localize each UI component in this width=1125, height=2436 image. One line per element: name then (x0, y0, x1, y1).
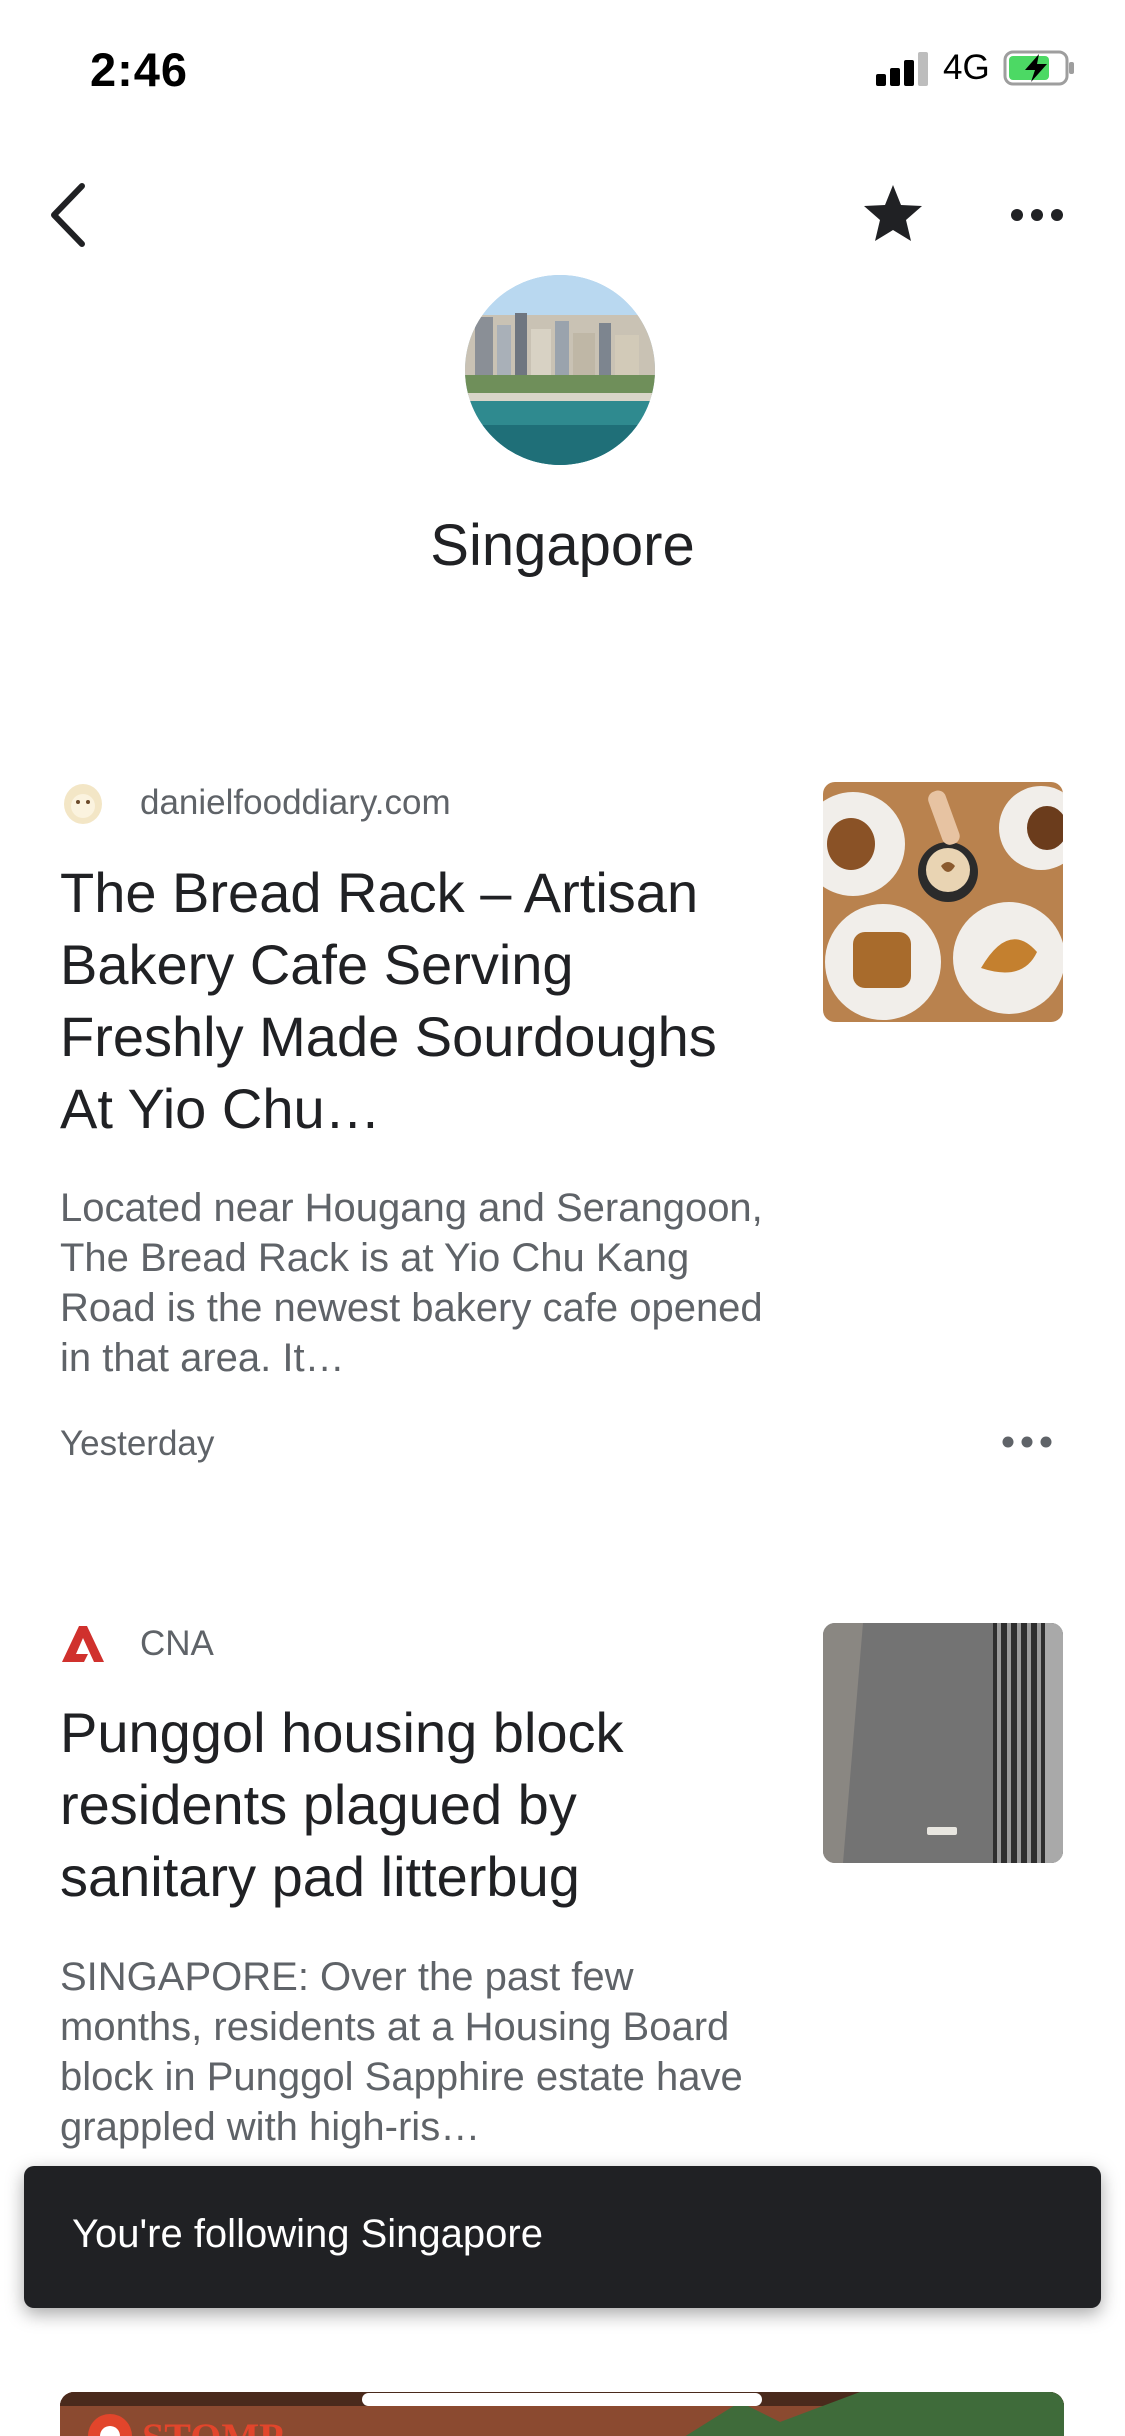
snackbar: You're following Singapore (24, 2166, 1101, 2308)
article-thumbnail[interactable] (823, 1623, 1063, 1863)
more-horizontal-icon (1011, 209, 1063, 221)
more-options-button[interactable] (1004, 190, 1070, 240)
article-time: Yesterday (60, 1424, 215, 1463)
back-arrow-icon (51, 183, 85, 247)
battery-charging-icon (1003, 50, 1075, 86)
stomp-logo-text: STOMP (142, 2414, 284, 2436)
article-more-button[interactable] (995, 1422, 1059, 1462)
network-type: 4G (943, 48, 990, 87)
article-source: danielfooddiary.com (60, 778, 451, 828)
star-icon (864, 185, 922, 241)
article-snippet: Located near Hougang and Serangoon, The … (60, 1186, 763, 1380)
snackbar-message: You're following Singapore (72, 2212, 543, 2256)
status-time: 2:46 (90, 43, 189, 96)
back-button[interactable] (38, 180, 98, 250)
status-bar: 2:46 4G (0, 0, 1125, 135)
source-logo-icon (60, 780, 106, 826)
source-name: danielfooddiary.com (140, 783, 451, 822)
topic-title: Singapore (430, 513, 695, 578)
topic-image (465, 275, 655, 465)
source-name: CNA (140, 1624, 214, 1663)
follow-star-button[interactable] (858, 178, 928, 248)
article-headline[interactable]: The Bread Rack – Artisan Bakery Cafe Ser… (60, 857, 770, 1145)
more-horizontal-icon (1002, 1436, 1052, 1448)
article-thumbnail[interactable] (823, 782, 1063, 1022)
article-snippet: SINGAPORE: Over the past few months, res… (60, 1955, 743, 2149)
article-source: CNA (60, 1619, 214, 1669)
cna-logo-icon (60, 1621, 106, 1667)
home-indicator[interactable] (362, 2393, 762, 2406)
cellular-signal-icon (876, 50, 932, 86)
article-headline[interactable]: Punggol housing block residents plagued … (60, 1697, 770, 1913)
